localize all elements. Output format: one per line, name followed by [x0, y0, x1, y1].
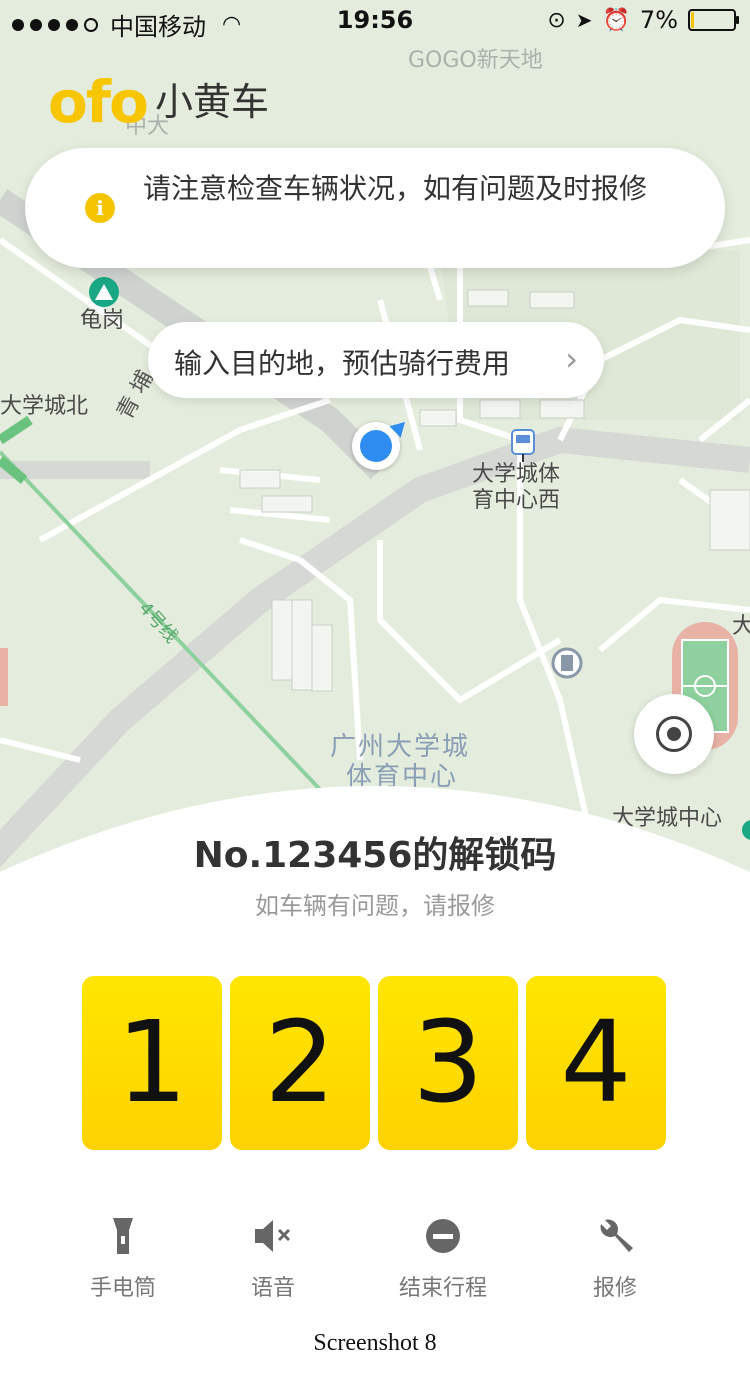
- unlock-digit-text: 2: [264, 998, 336, 1128]
- end-trip-icon: [421, 1214, 465, 1258]
- info-icon: i: [85, 193, 115, 223]
- map-label-tiyu-zhongxin: 体育中心: [346, 762, 459, 792]
- repair-button[interactable]: 报修: [540, 1214, 690, 1302]
- unlock-digit-text: 4: [560, 998, 632, 1128]
- voice-button[interactable]: 语音: [198, 1214, 348, 1302]
- map-label-da: 大: [732, 614, 750, 639]
- chevron-right-icon: ›: [565, 340, 578, 378]
- map-label-gogo: GOGO新天地: [408, 48, 543, 73]
- speaker-mute-icon: [251, 1214, 295, 1258]
- app-logo: ofo 小黄车: [48, 72, 269, 132]
- flashlight-icon: [101, 1214, 145, 1258]
- current-location-marker: [352, 416, 411, 470]
- flashlight-button[interactable]: 手电筒: [48, 1214, 198, 1302]
- unlock-code-subtitle: 如车辆有问题，请报修: [255, 892, 495, 920]
- battery-fill: [691, 12, 694, 28]
- map-label-guigang: 龟岗: [80, 308, 125, 333]
- end-trip-label: 结束行程: [398, 1276, 487, 1301]
- map-label-tiyu-xi: 大学城体育中心西: [472, 462, 561, 513]
- wrench-icon: [593, 1214, 637, 1258]
- unlock-digit: 2: [230, 976, 370, 1150]
- unlock-digit: 3: [378, 976, 518, 1150]
- rotation-lock-icon: ⊙: [547, 7, 566, 33]
- notice-banner: i 请注意检查车辆状况，如有问题及时报修: [25, 148, 725, 268]
- end-trip-button[interactable]: 结束行程: [368, 1214, 518, 1302]
- map-label-daxuecheng-bei: 大学城北: [0, 394, 89, 419]
- location-arrow-icon: ➤: [575, 8, 593, 32]
- status-bar: 中国移动 ◠ 19:56 ⊙ ➤ ⏰ 7%: [0, 0, 750, 41]
- unlock-digit: 4: [526, 976, 666, 1150]
- logo-name: 小黄车: [154, 80, 269, 124]
- map-label-guangzhou-daxuecheng: 广州大学城: [330, 732, 471, 762]
- unlock-digit-text: 1: [116, 998, 188, 1128]
- destination-input[interactable]: 输入目的地，预估骑行费用 ›: [148, 322, 604, 398]
- logo-brand: ofo: [48, 68, 149, 136]
- location-dot: [360, 430, 392, 462]
- screenshot-caption: Screenshot 8: [313, 1330, 437, 1356]
- unlock-code-title: No.123456的解锁码: [193, 835, 557, 876]
- locate-button[interactable]: [634, 694, 714, 774]
- battery-icon: [688, 9, 739, 31]
- notice-text: 请注意检查车辆状况，如有问题及时报修: [143, 172, 648, 205]
- flashlight-label: 手电筒: [89, 1276, 156, 1301]
- locate-icon: [656, 716, 692, 752]
- unlock-digit-text: 3: [412, 998, 484, 1128]
- alarm-icon: ⏰: [602, 7, 630, 33]
- battery-percent: 7%: [639, 6, 678, 34]
- unlock-digit: 1: [82, 976, 222, 1150]
- repair-label: 报修: [592, 1276, 637, 1301]
- destination-placeholder: 输入目的地，预估骑行费用: [174, 347, 511, 380]
- voice-label: 语音: [250, 1276, 295, 1301]
